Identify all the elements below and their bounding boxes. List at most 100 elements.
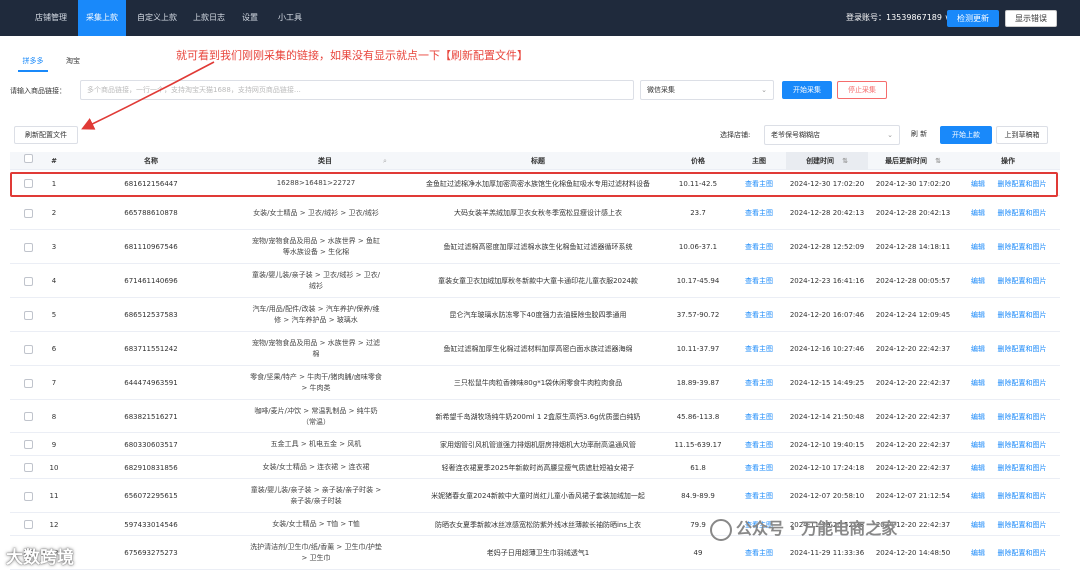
edit-link[interactable]: 编辑 [966,433,990,456]
view-image-link[interactable]: 查看主图 [734,536,784,570]
row-checkbox[interactable] [18,196,38,230]
row-index: 8 [51,412,57,421]
nav-collect-upload[interactable]: 采集上款 [78,0,126,36]
delete-config-link[interactable]: 删除配置和图片 [992,298,1052,332]
row-product-id: 682910831856 [124,463,178,472]
header-updated-label: 最后更新时间 [885,157,928,165]
delete-config-link[interactable]: 删除配置和图片 [992,196,1052,230]
refresh-config-button[interactable]: 刷新配置文件 [14,126,78,144]
row-title: 老妈子日用超薄卫生巾羽绒透气1 [486,549,590,557]
header-updated-time[interactable]: 最后更新时间 ⇅ [870,152,956,170]
edit-link[interactable]: 编辑 [966,456,990,479]
start-upload-button[interactable]: 开始上款 [940,126,992,144]
delete-config-link[interactable]: 删除配置和图片 [992,400,1052,433]
start-collect-button[interactable]: 开始采集 [782,81,832,99]
check-update-button[interactable]: 检测更新 [947,10,999,27]
delete-config-link[interactable]: 删除配置和图片 [992,536,1052,570]
header-image: 主图 [752,157,766,165]
delete-config-link[interactable]: 删除配置和图片 [992,230,1052,264]
delete-config-link[interactable]: 删除配置和图片 [992,433,1052,456]
view-image-link[interactable]: 查看主图 [734,433,784,456]
header-created-time[interactable]: 创建时间 ⇅ [786,152,868,170]
sort-icon[interactable]: ⇅ [842,157,848,165]
row-checkbox[interactable] [18,230,38,264]
edit-link[interactable]: 编辑 [966,400,990,433]
product-url-input[interactable]: 多个商品链接，一行一个，支持淘宝天猫1688，支持网页商品链接… [80,80,634,100]
tab-taobao[interactable]: 淘宝 [56,54,90,68]
view-image-link[interactable]: 查看主图 [734,400,784,433]
header-index: # [51,157,57,165]
search-icon[interactable]: ⌕ [382,152,388,170]
row-updated-time: 2024-12-28 20:42:13 [875,209,951,217]
row-index: 7 [51,379,57,387]
row-product-id: 671461140696 [124,277,178,285]
row-category: 汽车/用品/配件/改装 > 汽车养护/保养/维修 > 汽车养护品 > 玻璃水 [252,305,380,324]
delete-config-link[interactable]: 删除配置和图片 [992,366,1052,400]
view-image-link[interactable]: 查看主图 [734,196,784,230]
url-input-label: 请输入商品链接： [10,87,66,95]
view-image-link[interactable]: 查看主图 [734,230,784,264]
row-updated-time: 2024-12-20 22:42:37 [875,379,951,387]
edit-link[interactable]: 编辑 [966,479,990,513]
collect-mode-select[interactable]: 微信采集 ⌄ [640,80,774,100]
nav-shop-management[interactable]: 店铺管理 [28,0,74,36]
row-checkbox[interactable] [18,298,38,332]
row-checkbox[interactable] [18,433,38,456]
table-row: 2 665788610878 女装/女士精品 > 卫衣/绒衫 > 卫衣/绒衫 大码女装… [10,196,1060,230]
edit-link[interactable]: 编辑 [966,536,990,570]
tab-pinduoduo[interactable]: 拼多多 [14,54,52,68]
view-image-link[interactable]: 查看主图 [734,479,784,513]
account-dropdown[interactable]: 登录账号：13539867189 ∨ [846,12,950,23]
row-index: 10 [49,463,59,472]
view-image-link[interactable]: 查看主图 [734,171,784,196]
select-all-checkbox[interactable] [18,152,38,170]
table-row: 12 597433014546 女装/女士精品 > T恤 > T恤 防晒衣女夏季新款冰… [10,513,1060,536]
edit-link[interactable]: 编辑 [966,171,990,196]
delete-config-link[interactable]: 删除配置和图片 [992,264,1052,298]
stop-collect-button[interactable]: 停止采集 [837,81,887,99]
store-select[interactable]: 老爷保号糊糊店 ⌄ [764,125,900,145]
row-category: 童装/婴儿装/亲子装 > 亲子装/亲子时装 > 亲子装/亲子时装 [250,486,382,505]
sort-icon[interactable]: ⇅ [935,157,941,165]
upload-draft-button[interactable]: 上到草稿箱 [996,126,1048,144]
edit-link[interactable]: 编辑 [966,196,990,230]
nav-settings[interactable]: 设置 [236,0,264,36]
delete-config-link[interactable]: 删除配置和图片 [992,456,1052,479]
row-checkbox[interactable] [18,366,38,400]
show-errors-button[interactable]: 显示错误 [1005,10,1057,27]
delete-config-link[interactable]: 删除配置和图片 [992,171,1052,196]
edit-link[interactable]: 编辑 [966,513,990,536]
row-checkbox[interactable] [18,400,38,433]
edit-link[interactable]: 编辑 [966,230,990,264]
nav-tools[interactable]: 小工具 [270,0,310,36]
view-image-link[interactable]: 查看主图 [734,298,784,332]
edit-link[interactable]: 编辑 [966,264,990,298]
edit-link[interactable]: 编辑 [966,366,990,400]
view-image-link[interactable]: 查看主图 [734,366,784,400]
edit-link[interactable]: 编辑 [966,332,990,366]
row-product-id: 675693275273 [124,549,178,557]
row-created-time: 2024-12-20 16:07:46 [789,311,865,319]
row-checkbox[interactable] [18,264,38,298]
delete-config-link[interactable]: 删除配置和图片 [992,332,1052,366]
edit-link[interactable]: 编辑 [966,298,990,332]
row-checkbox[interactable] [18,479,38,513]
delete-config-link[interactable]: 删除配置和图片 [992,479,1052,513]
row-checkbox[interactable] [18,332,38,366]
nav-upload-log[interactable]: 上款日志 [186,0,232,36]
header-actions: 操作 [1001,157,1015,165]
view-image-link[interactable]: 查看主图 [734,332,784,366]
row-checkbox[interactable] [18,456,38,479]
table-row: 11 656072295615 童装/婴儿装/亲子装 > 亲子装/亲子时装 > 亲子… [10,479,1060,513]
refresh-button[interactable]: 刷 新 [903,126,935,144]
nav-custom-upload[interactable]: 自定义上款 [130,0,184,36]
delete-config-link[interactable]: 删除配置和图片 [992,513,1052,536]
row-checkbox[interactable] [18,171,38,196]
view-image-link[interactable]: 查看主图 [734,264,784,298]
row-product-id: 656072295615 [124,492,178,500]
row-category: 女装/女士精品 > 卫衣/绒衫 > 卫衣/绒衫 [253,208,379,217]
row-created-time: 2024-12-14 21:50:48 [789,412,865,421]
row-checkbox[interactable] [18,513,38,536]
row-category: 咖啡/麦片/冲饮 > 常温乳制品 > 纯牛奶（常温） [254,406,378,426]
view-image-link[interactable]: 查看主图 [734,456,784,479]
